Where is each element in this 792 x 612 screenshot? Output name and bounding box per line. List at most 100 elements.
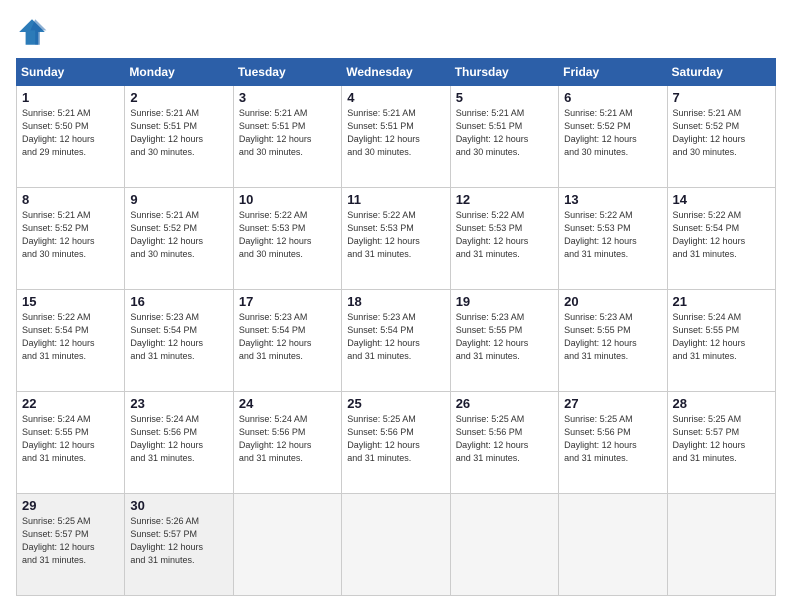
- day-number: 11: [347, 192, 444, 207]
- cell-info: Sunrise: 5:23 AMSunset: 5:54 PMDaylight:…: [347, 311, 444, 363]
- calendar-cell: 5 Sunrise: 5:21 AMSunset: 5:51 PMDaylight…: [450, 86, 558, 188]
- calendar-cell: [342, 494, 450, 596]
- calendar-cell: 1 Sunrise: 5:21 AMSunset: 5:50 PMDaylight…: [17, 86, 125, 188]
- calendar-cell: 22Sunrise: 5:24 AMSunset: 5:55 PMDayligh…: [17, 392, 125, 494]
- day-number: 23: [130, 396, 227, 411]
- calendar-cell: [450, 494, 558, 596]
- cell-info: Sunrise: 5:21 AMSunset: 5:51 PMDaylight:…: [239, 107, 336, 159]
- calendar-cell: 2 Sunrise: 5:21 AMSunset: 5:51 PMDaylight…: [125, 86, 233, 188]
- cell-info: Sunrise: 5:25 AMSunset: 5:56 PMDaylight:…: [347, 413, 444, 465]
- calendar-cell: 9Sunrise: 5:21 AMSunset: 5:52 PMDaylight…: [125, 188, 233, 290]
- calendar-cell: 15 Sunrise: 5:22 AMSunset: 5:54 PMDayligh…: [17, 290, 125, 392]
- cell-info: Sunrise: 5:24 AMSunset: 5:56 PMDaylight:…: [239, 413, 336, 465]
- day-number: 1: [22, 90, 119, 105]
- calendar-cell: 24 Sunrise: 5:24 AMSunset: 5:56 PMDayligh…: [233, 392, 341, 494]
- calendar-cell: 17 Sunrise: 5:23 AMSunset: 5:54 PMDayligh…: [233, 290, 341, 392]
- cell-info: Sunrise: 5:22 AMSunset: 5:53 PMDaylight:…: [239, 209, 336, 261]
- cell-info: Sunrise: 5:22 AMSunset: 5:54 PMDaylight:…: [673, 209, 770, 261]
- day-number: 13: [564, 192, 661, 207]
- cell-info: Sunrise: 5:21 AMSunset: 5:52 PMDaylight:…: [130, 209, 227, 261]
- day-number: 6: [564, 90, 661, 105]
- calendar-week-row: 22Sunrise: 5:24 AMSunset: 5:55 PMDayligh…: [17, 392, 776, 494]
- day-of-week-header: Friday: [559, 59, 667, 86]
- day-number: 27: [564, 396, 661, 411]
- day-of-week-header: Wednesday: [342, 59, 450, 86]
- calendar-cell: 14 Sunrise: 5:22 AMSunset: 5:54 PMDayligh…: [667, 188, 775, 290]
- calendar-cell: 16 Sunrise: 5:23 AMSunset: 5:54 PMDayligh…: [125, 290, 233, 392]
- day-number: 14: [673, 192, 770, 207]
- cell-info: Sunrise: 5:23 AMSunset: 5:54 PMDaylight:…: [239, 311, 336, 363]
- day-number: 17: [239, 294, 336, 309]
- cell-info: Sunrise: 5:21 AMSunset: 5:51 PMDaylight:…: [130, 107, 227, 159]
- cell-info: Sunrise: 5:21 AMSunset: 5:51 PMDaylight:…: [347, 107, 444, 159]
- calendar-cell: 10 Sunrise: 5:22 AMSunset: 5:53 PMDayligh…: [233, 188, 341, 290]
- cell-info: Sunrise: 5:22 AMSunset: 5:54 PMDaylight:…: [22, 311, 119, 363]
- day-number: 16: [130, 294, 227, 309]
- cell-info: Sunrise: 5:23 AMSunset: 5:55 PMDaylight:…: [564, 311, 661, 363]
- day-number: 8: [22, 192, 119, 207]
- cell-info: Sunrise: 5:24 AMSunset: 5:56 PMDaylight:…: [130, 413, 227, 465]
- calendar-cell: [667, 494, 775, 596]
- day-number: 19: [456, 294, 553, 309]
- calendar-cell: 21 Sunrise: 5:24 AMSunset: 5:55 PMDayligh…: [667, 290, 775, 392]
- day-number: 12: [456, 192, 553, 207]
- cell-info: Sunrise: 5:21 AMSunset: 5:52 PMDaylight:…: [22, 209, 119, 261]
- calendar-header-row: SundayMondayTuesdayWednesdayThursdayFrid…: [17, 59, 776, 86]
- day-of-week-header: Tuesday: [233, 59, 341, 86]
- calendar-cell: [233, 494, 341, 596]
- cell-info: Sunrise: 5:21 AMSunset: 5:51 PMDaylight:…: [456, 107, 553, 159]
- day-number: 21: [673, 294, 770, 309]
- calendar-cell: [559, 494, 667, 596]
- day-number: 7: [673, 90, 770, 105]
- calendar-cell: 7 Sunrise: 5:21 AMSunset: 5:52 PMDaylight…: [667, 86, 775, 188]
- header: [16, 16, 776, 48]
- calendar-cell: 8 Sunrise: 5:21 AMSunset: 5:52 PMDaylight…: [17, 188, 125, 290]
- day-number: 28: [673, 396, 770, 411]
- calendar-table: SundayMondayTuesdayWednesdayThursdayFrid…: [16, 58, 776, 596]
- day-number: 2: [130, 90, 227, 105]
- day-number: 18: [347, 294, 444, 309]
- cell-info: Sunrise: 5:22 AMSunset: 5:53 PMDaylight:…: [564, 209, 661, 261]
- calendar-cell: 6Sunrise: 5:21 AMSunset: 5:52 PMDaylight…: [559, 86, 667, 188]
- logo-icon: [16, 16, 48, 48]
- calendar-week-row: 15 Sunrise: 5:22 AMSunset: 5:54 PMDayligh…: [17, 290, 776, 392]
- cell-info: Sunrise: 5:21 AMSunset: 5:50 PMDaylight:…: [22, 107, 119, 159]
- day-number: 5: [456, 90, 553, 105]
- calendar-week-row: 8 Sunrise: 5:21 AMSunset: 5:52 PMDaylight…: [17, 188, 776, 290]
- day-number: 26: [456, 396, 553, 411]
- cell-info: Sunrise: 5:23 AMSunset: 5:55 PMDaylight:…: [456, 311, 553, 363]
- logo: [16, 16, 52, 48]
- calendar-cell: 28 Sunrise: 5:25 AMSunset: 5:57 PMDayligh…: [667, 392, 775, 494]
- day-of-week-header: Saturday: [667, 59, 775, 86]
- calendar-cell: 18 Sunrise: 5:23 AMSunset: 5:54 PMDayligh…: [342, 290, 450, 392]
- cell-info: Sunrise: 5:22 AMSunset: 5:53 PMDaylight:…: [456, 209, 553, 261]
- day-number: 15: [22, 294, 119, 309]
- calendar-cell: 4 Sunrise: 5:21 AMSunset: 5:51 PMDaylight…: [342, 86, 450, 188]
- cell-info: Sunrise: 5:25 AMSunset: 5:57 PMDaylight:…: [673, 413, 770, 465]
- calendar-cell: 25 Sunrise: 5:25 AMSunset: 5:56 PMDayligh…: [342, 392, 450, 494]
- day-number: 4: [347, 90, 444, 105]
- calendar-cell: 23 Sunrise: 5:24 AMSunset: 5:56 PMDayligh…: [125, 392, 233, 494]
- cell-info: Sunrise: 5:21 AMSunset: 5:52 PMDaylight:…: [673, 107, 770, 159]
- calendar-cell: 3Sunrise: 5:21 AMSunset: 5:51 PMDaylight…: [233, 86, 341, 188]
- day-of-week-header: Thursday: [450, 59, 558, 86]
- calendar-cell: 19 Sunrise: 5:23 AMSunset: 5:55 PMDayligh…: [450, 290, 558, 392]
- calendar-cell: 30 Sunrise: 5:26 AMSunset: 5:57 PMDayligh…: [125, 494, 233, 596]
- calendar-cell: 11Sunrise: 5:22 AMSunset: 5:53 PMDayligh…: [342, 188, 450, 290]
- cell-info: Sunrise: 5:25 AMSunset: 5:56 PMDaylight:…: [456, 413, 553, 465]
- day-number: 22: [22, 396, 119, 411]
- day-number: 20: [564, 294, 661, 309]
- cell-info: Sunrise: 5:24 AMSunset: 5:55 PMDaylight:…: [673, 311, 770, 363]
- cell-info: Sunrise: 5:26 AMSunset: 5:57 PMDaylight:…: [130, 515, 227, 567]
- calendar-cell: 13 Sunrise: 5:22 AMSunset: 5:53 PMDayligh…: [559, 188, 667, 290]
- calendar-cell: 27Sunrise: 5:25 AMSunset: 5:56 PMDayligh…: [559, 392, 667, 494]
- day-of-week-header: Sunday: [17, 59, 125, 86]
- day-number: 10: [239, 192, 336, 207]
- calendar-week-row: 1 Sunrise: 5:21 AMSunset: 5:50 PMDaylight…: [17, 86, 776, 188]
- cell-info: Sunrise: 5:23 AMSunset: 5:54 PMDaylight:…: [130, 311, 227, 363]
- day-number: 25: [347, 396, 444, 411]
- day-number: 24: [239, 396, 336, 411]
- page: SundayMondayTuesdayWednesdayThursdayFrid…: [0, 0, 792, 612]
- calendar-cell: 26 Sunrise: 5:25 AMSunset: 5:56 PMDayligh…: [450, 392, 558, 494]
- day-number: 30: [130, 498, 227, 513]
